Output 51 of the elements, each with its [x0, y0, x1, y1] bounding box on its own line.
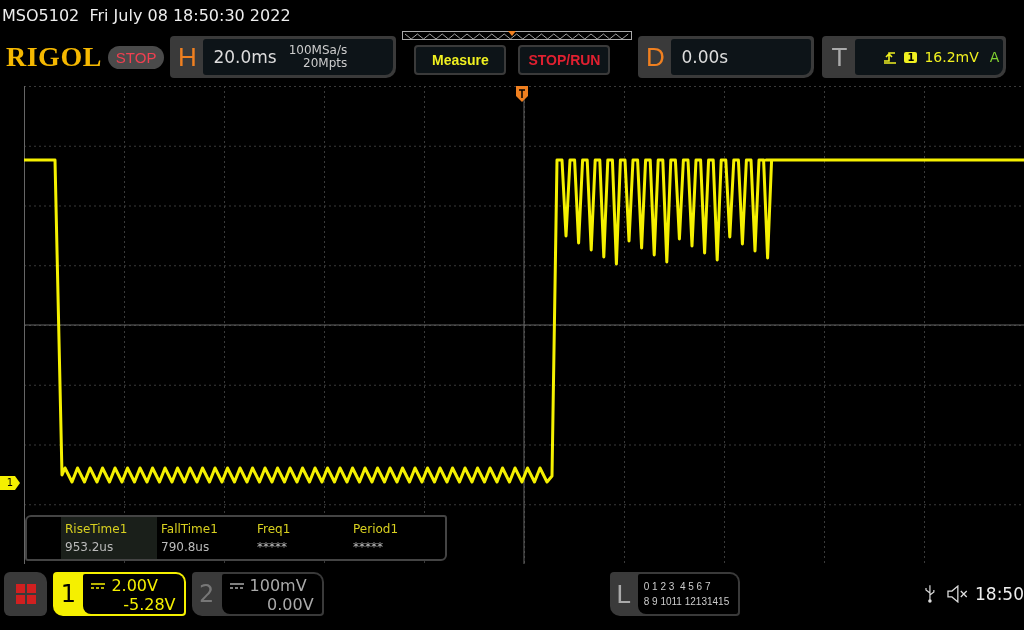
channel-scale: 2.00V	[111, 576, 158, 595]
delay-label: D	[645, 41, 666, 73]
logic-panel[interactable]: L 0 1 2 3 4 5 6 7 8 9 1011 12131415	[609, 572, 740, 616]
speaker-muted-icon	[947, 585, 969, 603]
channel-number: 2	[197, 579, 216, 610]
sample-rate: 100MSa/s	[288, 44, 348, 57]
trigger-mode: A	[989, 49, 1000, 65]
delay-panel[interactable]: D 0.00s	[638, 36, 815, 78]
channel-scale: 100mV	[249, 576, 307, 595]
trigger-source: 1	[904, 51, 918, 63]
channel-offset: 0.00V	[267, 595, 314, 614]
measurement-item[interactable]: RiseTime1 953.2us	[61, 517, 157, 559]
usb-icon	[925, 585, 936, 603]
trigger-position-icon	[516, 86, 528, 102]
measurement-value: *****	[257, 539, 288, 556]
logic-channels: 0 1 2 3 4 5 6 7	[643, 580, 712, 594]
clock: 18:50	[975, 584, 1024, 604]
measurement-item[interactable]: Freq1 *****	[253, 517, 349, 559]
channel-number: 1	[59, 579, 78, 610]
grid-icon	[14, 583, 37, 605]
logic-channels: 8 9 1011 12131415	[643, 595, 731, 609]
run-state-badge: STOP	[107, 45, 165, 69]
measurement-value: 953.2us	[65, 539, 115, 556]
trigger-label: T	[830, 41, 849, 73]
measurement-value: *****	[353, 539, 384, 556]
logic-label: L	[615, 578, 632, 610]
measurement-name: FallTime1	[161, 521, 219, 538]
logo: RIGOL	[6, 41, 102, 73]
measurement-value: 790.8us	[161, 539, 211, 556]
menu-button[interactable]	[4, 572, 48, 616]
soft-button[interactable]: Measure	[414, 45, 507, 75]
measurement-item[interactable]: Period1 *****	[349, 517, 445, 559]
trigger-level: 16.2mV	[924, 49, 979, 65]
measurement-item[interactable]: FallTime1 790.8us	[157, 517, 253, 559]
memory-depth: 20Mpts	[303, 57, 348, 70]
measurement-name: Freq1	[257, 521, 292, 538]
dc-coupling-icon	[229, 581, 244, 590]
window-title: MSO5102 Fri July 08 18:50:30 2022	[1, 5, 292, 27]
horizontal-label: H	[177, 41, 198, 73]
rising-edge-icon	[883, 50, 898, 64]
channel-panel[interactable]: 2 100mV 0.00V	[191, 572, 324, 616]
measurement-name: Period1	[353, 521, 400, 538]
delay-value: 0.00s	[681, 47, 729, 67]
channel-marker[interactable]: 1	[0, 476, 20, 490]
dc-coupling-icon	[91, 581, 106, 590]
channel-panel[interactable]: 1 2.00V -5.28V	[53, 572, 186, 616]
measurement-name: RiseTime1	[65, 521, 129, 538]
soft-button[interactable]: STOP/RUN	[518, 45, 611, 75]
channel-offset: -5.28V	[123, 595, 176, 614]
timebase-value: 20.0ms	[213, 47, 277, 67]
trigger-panel[interactable]: T 1 16.2mV A	[822, 36, 1007, 78]
